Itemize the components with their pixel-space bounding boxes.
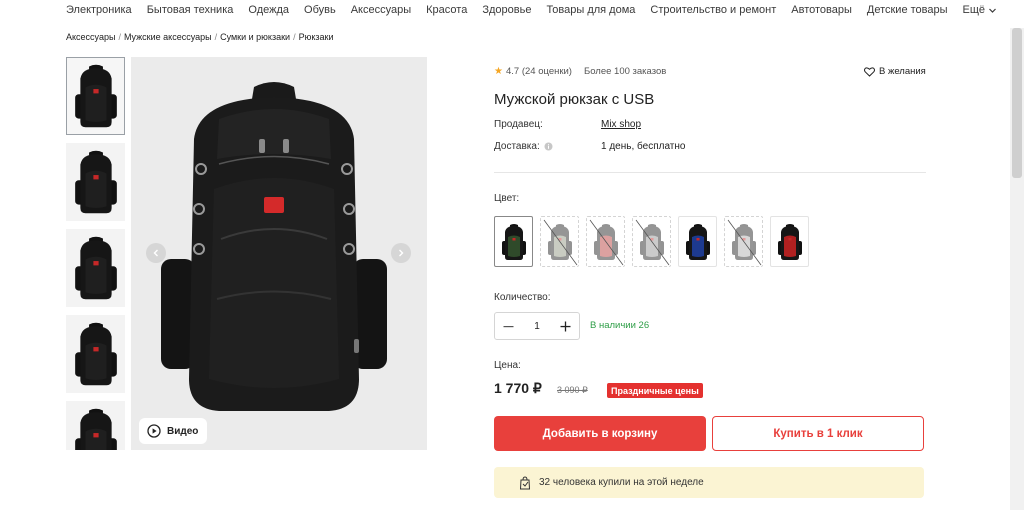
color-swatches (494, 216, 809, 267)
thumbnail-strip (66, 57, 126, 450)
breadcrumb-separator: / (118, 32, 121, 42)
quantity-value[interactable]: 1 (534, 321, 540, 332)
rating-value: 4.7 (505, 66, 520, 77)
thumbnail-backpack-back[interactable] (66, 229, 125, 307)
social-proof-text: 32 человека купили на этой неделе (539, 477, 704, 488)
chevron-left-icon (153, 249, 158, 257)
add-to-cart-button[interactable]: Добавить в корзину (494, 416, 706, 451)
color-swatch[interactable] (540, 216, 579, 267)
color-swatch[interactable] (586, 216, 625, 267)
current-price: 1 770 ₽ (494, 380, 542, 396)
breadcrumb-separator: / (214, 32, 218, 42)
category-link[interactable]: Электроника (66, 4, 132, 16)
breadcrumb-link[interactable]: Сумки и рюкзаки (220, 32, 290, 42)
quantity-stepper: 1 (494, 312, 580, 340)
backpack-thumbnail-image (777, 223, 802, 260)
old-price: 3 090 ₽ (557, 385, 588, 395)
video-label: Видео (167, 425, 199, 437)
unavailable-strike (543, 219, 578, 266)
category-link[interactable]: Автотовары (791, 4, 852, 16)
color-swatch[interactable] (678, 216, 717, 267)
category-link[interactable]: Здоровье (482, 4, 531, 16)
backpack-thumbnail-image (74, 150, 117, 214)
category-link[interactable]: Аксессуары (351, 4, 411, 16)
backpack-thumbnail-image (74, 64, 117, 128)
video-button[interactable]: Видео (139, 418, 208, 444)
minus-icon[interactable] (503, 321, 514, 332)
rating-block: ★ 4.7 (24 оценки) Более 100 заказов (494, 66, 666, 77)
plus-icon[interactable] (560, 321, 571, 332)
category-link[interactable]: Бытовая техника (147, 4, 234, 16)
seller-label: Продавец: (494, 119, 543, 130)
color-swatch[interactable] (770, 216, 809, 267)
thumbnail-backpack-straps[interactable] (66, 315, 125, 393)
breadcrumb-link[interactable]: Рюкзаки (299, 32, 334, 42)
heart-icon (864, 66, 875, 77)
stock-status: В наличии 26 (590, 320, 650, 331)
shopping-bag-hand-icon (519, 475, 531, 489)
scrollbar-thumb[interactable] (1012, 28, 1022, 178)
backpack-image (161, 82, 387, 411)
category-link[interactable]: Строительство и ремонт (650, 4, 776, 16)
price-label: Цена: (494, 360, 521, 371)
thumbnail-backpack-usb-cable[interactable] (66, 401, 125, 450)
breadcrumb-separator: / (293, 32, 296, 42)
page-scrollbar[interactable] (1010, 28, 1024, 510)
category-link[interactable]: Товары для дома (546, 4, 635, 16)
product-title: Мужской рюкзак с USB (494, 91, 655, 108)
rating-count[interactable]: (24 оценки) (522, 66, 572, 77)
breadcrumb-link[interactable]: Мужские аксессуары (124, 32, 212, 42)
category-link[interactable]: Красота (426, 4, 467, 16)
unavailable-strike (727, 219, 762, 266)
chevron-down-icon (989, 8, 996, 13)
backpack-thumbnail-image (74, 322, 117, 386)
delivery-label-text: Доставка: (494, 141, 540, 152)
delivery-value: 1 день, бесплатно (601, 141, 686, 152)
more-label: Ещё (962, 4, 986, 16)
promo-badge: Праздничные цены (607, 383, 703, 398)
thumbnail-backpack-angle[interactable] (66, 143, 125, 221)
backpack-thumbnail-image (685, 223, 710, 260)
breadcrumb: Аксессуары / Мужские аксессуары / Сумки и рю… (66, 32, 333, 42)
backpack-thumbnail-image (74, 408, 117, 450)
divider (494, 172, 926, 173)
color-label: Цвет: (494, 193, 520, 204)
gallery-next-button[interactable] (391, 243, 411, 263)
main-product-image: Видео (131, 57, 427, 450)
category-nav: Электроника Бытовая техника Одежда Обувь Акс… (66, 0, 997, 20)
unavailable-strike (635, 219, 670, 266)
seller-link[interactable]: Mix shop (601, 119, 641, 130)
backpack-thumbnail-image (74, 236, 117, 300)
wishlist-label: В желания (879, 66, 926, 77)
social-proof-banner: 32 человека купили на этой неделе (494, 467, 924, 498)
orders-count: Более 100 заказов (583, 66, 667, 77)
color-swatch[interactable] (632, 216, 671, 267)
chevron-right-icon (399, 249, 404, 257)
gallery-prev-button[interactable] (146, 243, 166, 263)
more-categories-button[interactable]: Ещё (963, 4, 998, 16)
color-swatch[interactable] (494, 216, 533, 267)
buy-one-click-button[interactable]: Купить в 1 клик (712, 416, 924, 451)
seller-label-text: Продавец: (494, 119, 543, 130)
play-icon (147, 424, 161, 438)
quantity-label: Количество: (494, 292, 551, 303)
wishlist-button[interactable]: В желания (864, 66, 926, 77)
info-icon[interactable] (544, 142, 553, 151)
star-icon: ★ (494, 66, 503, 77)
category-link[interactable]: Детские товары (867, 4, 948, 16)
color-swatch[interactable] (724, 216, 763, 267)
backpack-thumbnail-image (501, 223, 526, 260)
unavailable-strike (589, 219, 624, 266)
thumbnail-backpack-front[interactable] (66, 57, 125, 135)
category-link[interactable]: Обувь (304, 4, 336, 16)
delivery-label: Доставка: (494, 141, 553, 152)
breadcrumb-link[interactable]: Аксессуары (66, 32, 115, 42)
category-link[interactable]: Одежда (248, 4, 289, 16)
